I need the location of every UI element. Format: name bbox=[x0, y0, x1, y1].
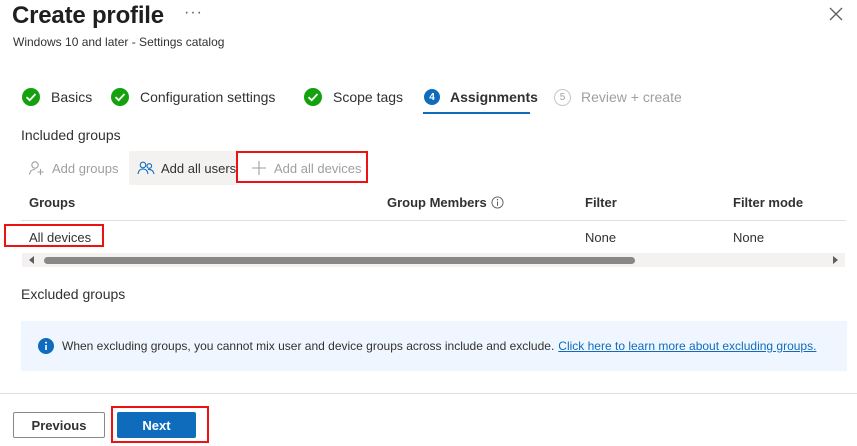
step-label: Assignments bbox=[450, 89, 538, 105]
step-configuration-settings[interactable]: Configuration settings bbox=[110, 86, 275, 108]
cell-filter: None bbox=[585, 230, 617, 245]
add-all-users-button[interactable]: Add all users bbox=[129, 151, 237, 185]
scroll-left-icon[interactable] bbox=[27, 255, 37, 265]
included-groups-label: Included groups bbox=[21, 127, 121, 143]
scroll-right-icon[interactable] bbox=[830, 255, 840, 265]
excluded-groups-label: Excluded groups bbox=[21, 286, 126, 302]
step-label: Review + create bbox=[581, 89, 682, 105]
highlight-box bbox=[4, 224, 104, 247]
page-title: Create profile bbox=[12, 2, 164, 29]
active-step-indicator bbox=[423, 112, 530, 114]
column-header-filter-mode: Filter mode bbox=[733, 195, 804, 210]
info-message-bar: When excluding groups, you cannot mix us… bbox=[21, 321, 847, 371]
previous-button[interactable]: Previous bbox=[13, 412, 105, 438]
info-message-text: When excluding groups, you cannot mix us… bbox=[62, 339, 555, 353]
table-header-divider bbox=[21, 220, 846, 221]
column-header-group-members: Group Members bbox=[387, 195, 504, 210]
column-header-label: Group Members bbox=[387, 195, 487, 210]
checkmark-circle-icon bbox=[304, 88, 322, 106]
column-header-groups: Groups bbox=[29, 195, 76, 210]
footer-divider bbox=[0, 393, 857, 394]
page-subtitle: Windows 10 and later - Settings catalog bbox=[13, 35, 225, 49]
step-label: Scope tags bbox=[333, 89, 404, 105]
learn-more-link[interactable]: Click here to learn more about excluding… bbox=[558, 339, 816, 353]
close-icon[interactable] bbox=[826, 4, 846, 24]
step-assignments[interactable]: 4 Assignments bbox=[424, 86, 538, 108]
more-options-button[interactable]: ··· bbox=[184, 4, 203, 22]
add-groups-button[interactable]: Add groups bbox=[28, 151, 128, 185]
step-number-badge: 5 bbox=[554, 88, 571, 106]
step-number-badge: 4 bbox=[424, 89, 440, 105]
step-scope-tags[interactable]: Scope tags bbox=[303, 86, 403, 108]
column-header-filter: Filter bbox=[585, 195, 617, 210]
info-icon[interactable] bbox=[491, 196, 504, 209]
step-basics[interactable]: Basics bbox=[21, 86, 92, 108]
info-filled-icon bbox=[38, 338, 54, 354]
scrollbar-thumb[interactable] bbox=[44, 257, 635, 264]
checkmark-circle-icon bbox=[22, 88, 40, 106]
step-review-create: 5 Review + create bbox=[554, 86, 682, 108]
step-label: Basics bbox=[51, 89, 93, 105]
highlight-box bbox=[236, 151, 368, 183]
people-icon bbox=[137, 161, 155, 175]
cell-filter-mode: None bbox=[733, 230, 765, 245]
checkmark-circle-icon bbox=[111, 88, 129, 106]
highlight-box bbox=[111, 406, 209, 443]
add-groups-label: Add groups bbox=[52, 160, 119, 176]
add-all-users-label: Add all users bbox=[161, 160, 237, 176]
add-person-icon bbox=[28, 161, 44, 175]
step-label: Configuration settings bbox=[140, 89, 276, 105]
